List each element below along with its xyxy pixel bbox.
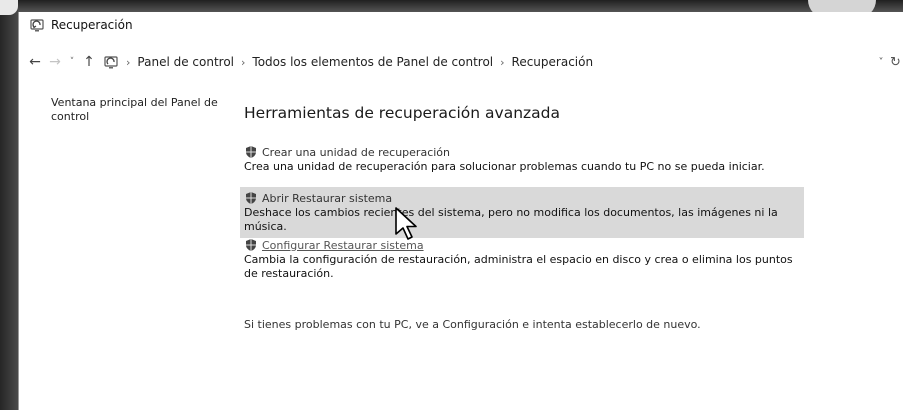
breadcrumb-separator-icon: › [500,55,505,69]
page-title: Herramientas de recuperación avanzada [244,104,560,122]
breadcrumb-separator-icon: › [241,55,246,69]
desktop-background-top [0,0,903,12]
control-panel-window: Recuperación ← → ˅ ↑ › Panel de control … [18,12,903,410]
task-open-system-restore[interactable]: Abrir Restaurar sistema Deshace los camb… [240,187,804,238]
task-title[interactable]: Abrir Restaurar sistema [262,192,392,205]
main-content: Herramientas de recuperación avanzada Cr… [240,104,903,331]
window-title: Recuperación [51,18,133,32]
help-note: Si tienes problemas con tu PC, ve a Conf… [244,318,701,331]
mouse-pointer-icon [395,207,417,240]
address-history-dropdown[interactable]: ˅ [872,57,890,68]
task-create-recovery-drive[interactable]: Crear una unidad de recuperación Crea un… [240,141,808,178]
desktop-background-left [0,0,18,410]
recovery-icon [104,56,118,69]
breadcrumb-item-todos-los-elementos[interactable]: Todos los elementos de Panel de control [252,55,493,69]
up-button[interactable]: ↑ [79,54,99,70]
task-configure-system-restore[interactable]: Configurar Restaurar sistema Cambia la c… [240,234,808,285]
breadcrumb-item-recuperacion[interactable]: Recuperación [512,55,594,69]
sidebar-link-control-panel-home[interactable]: Ventana principal del Panel de control [51,96,221,124]
refresh-button[interactable]: ↻ [890,55,903,70]
uac-shield-icon [246,146,256,158]
task-title[interactable]: Crear una unidad de recuperación [262,146,450,159]
uac-shield-icon [246,239,256,251]
recovery-icon [30,19,44,32]
task-description: Crea una unidad de recuperación para sol… [244,160,765,173]
breadcrumb-separator-icon: › [126,55,131,69]
recent-locations-button[interactable]: ˅ [65,57,79,67]
back-button[interactable]: ← [25,54,45,70]
address-bar: ← → ˅ ↑ › Panel de control › Todos los e… [19,50,903,74]
forward-button[interactable]: → [45,54,65,70]
uac-shield-icon [246,192,256,204]
title-bar[interactable]: Recuperación [19,12,903,38]
task-description: Deshace los cambios recientes del sistem… [244,206,778,233]
task-description: Cambia la configuración de restauración,… [244,253,793,280]
breadcrumb-item-panel-de-control[interactable]: Panel de control [137,55,234,69]
